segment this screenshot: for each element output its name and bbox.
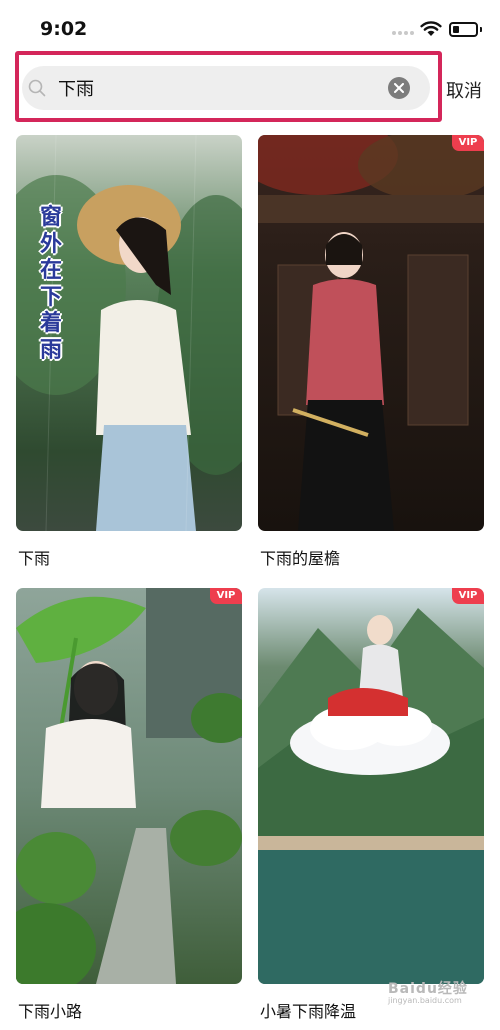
- thumbnail-overlay-text: 窗外在下着雨: [40, 205, 63, 363]
- result-thumbnail[interactable]: VIP: [258, 588, 484, 984]
- result-thumbnail[interactable]: 窗外在下着雨: [16, 135, 242, 531]
- vip-badge: VIP: [210, 588, 242, 604]
- cancel-button[interactable]: 取消: [446, 77, 482, 103]
- result-title: 下雨的屋檐: [260, 549, 341, 568]
- result-title: 下雨: [18, 549, 51, 568]
- watermark-text: Baidu经验: [388, 981, 468, 997]
- result-title: 下雨小路: [18, 1002, 83, 1021]
- battery-tip: [480, 27, 482, 32]
- status-time: 9:02: [40, 18, 88, 40]
- wifi-icon: [420, 21, 442, 36]
- watermark-subtext: jingyan.baidu.com: [388, 996, 462, 1005]
- status-bar: 9:02: [0, 0, 500, 52]
- result-title: 小暑下雨降温: [260, 1002, 357, 1021]
- vip-badge: VIP: [452, 135, 484, 151]
- vip-badge: VIP: [452, 588, 484, 604]
- cellular-signal-icon: [392, 31, 416, 37]
- search-input[interactable]: [58, 74, 378, 102]
- result-thumbnail[interactable]: VIP: [16, 588, 242, 984]
- search-icon: [28, 79, 46, 97]
- battery-icon: [449, 22, 478, 37]
- search-bar[interactable]: [22, 66, 430, 110]
- result-thumbnail[interactable]: VIP: [258, 135, 484, 531]
- watermark: Baidu经验 jingyan.baidu.com: [388, 978, 468, 1005]
- clear-search-icon[interactable]: [388, 77, 410, 99]
